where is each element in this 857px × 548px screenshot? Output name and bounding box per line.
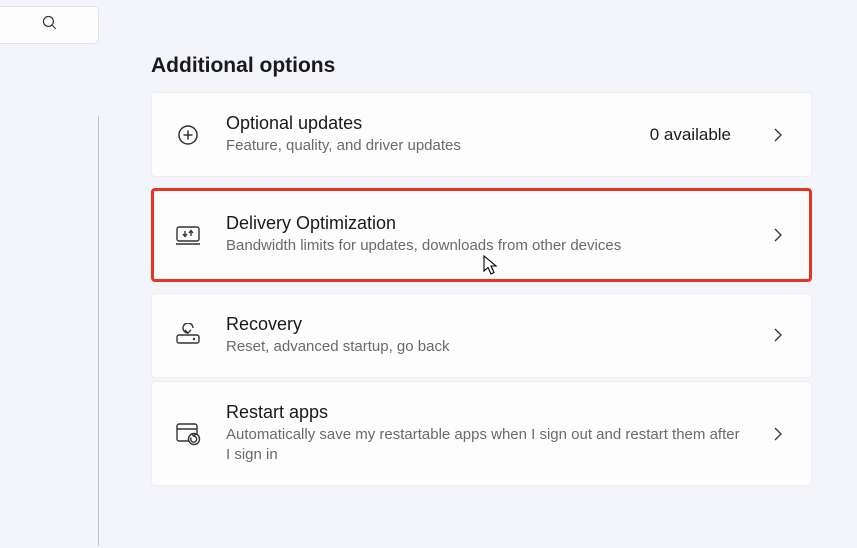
option-title: Optional updates (226, 113, 626, 134)
recovery-icon (174, 323, 202, 347)
section-heading: Additional options (151, 54, 335, 78)
plus-circle-icon (174, 123, 202, 147)
option-subtitle: Bandwidth limits for updates, downloads … (226, 236, 745, 256)
chevron-right-icon (769, 327, 787, 343)
option-optional-updates[interactable]: Optional updates Feature, quality, and d… (151, 92, 812, 177)
option-text: Optional updates Feature, quality, and d… (226, 113, 626, 156)
option-restart-apps[interactable]: Restart apps Automatically save my resta… (151, 381, 812, 487)
option-title: Delivery Optimization (226, 213, 745, 234)
option-title: Recovery (226, 314, 745, 335)
option-delivery-optimization[interactable]: Delivery Optimization Bandwidth limits f… (151, 188, 812, 281)
chevron-right-icon (769, 426, 787, 442)
option-text: Restart apps Automatically save my resta… (226, 402, 745, 466)
options-list: Optional updates Feature, quality, and d… (151, 92, 812, 486)
option-text: Delivery Optimization Bandwidth limits f… (226, 213, 745, 256)
option-meta: 0 available (650, 125, 731, 145)
option-title: Restart apps (226, 402, 745, 423)
chevron-right-icon (769, 227, 787, 243)
option-text: Recovery Reset, advanced startup, go bac… (226, 314, 745, 357)
option-recovery[interactable]: Recovery Reset, advanced startup, go bac… (151, 293, 812, 378)
chevron-right-icon (769, 127, 787, 143)
restart-apps-icon (174, 422, 202, 446)
search-button[interactable] (0, 6, 99, 44)
option-subtitle: Automatically save my restartable apps w… (226, 425, 745, 466)
option-subtitle: Feature, quality, and driver updates (226, 136, 626, 156)
sidebar-divider (98, 116, 99, 546)
search-icon (41, 14, 58, 36)
option-subtitle: Reset, advanced startup, go back (226, 337, 745, 357)
download-box-icon (174, 224, 202, 246)
